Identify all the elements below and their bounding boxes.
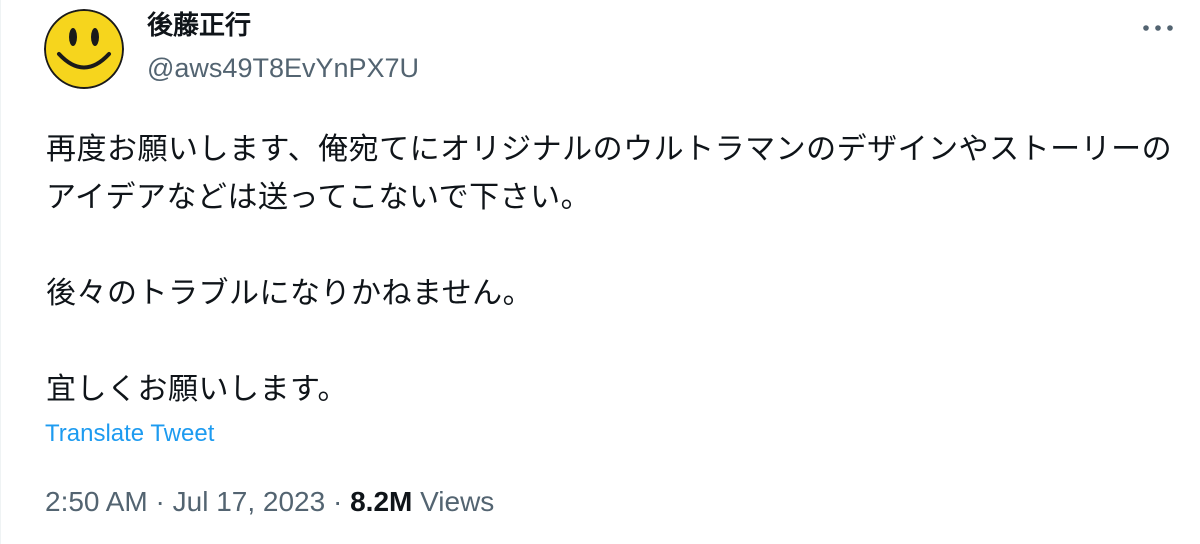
translate-tweet-link[interactable]: Translate Tweet (45, 419, 214, 449)
tweet-paragraph: 宜しくお願いします。 (46, 372, 348, 407)
meta-separator: · (332, 486, 343, 517)
tweet-card: 後藤正行 @aws49T8EvYnPX7U 再度お願いします、俺宛てにオリジナル… (0, 0, 1200, 544)
author-display-name[interactable]: 後藤正行 (147, 8, 251, 44)
tweet-paragraph: 再度お願いします、俺宛てにオリジナルのウルトラマンのデザインやストーリーのアイデ… (46, 132, 1173, 215)
tweet-date[interactable]: Jul 17, 2023 (173, 486, 326, 517)
views-count: 8.2M (350, 486, 413, 517)
views-label: Views (420, 486, 495, 517)
tweet-metadata: 2:50 AM · Jul 17, 2023 · 8.2M Views (45, 484, 494, 520)
avatar[interactable] (44, 9, 124, 89)
meta-separator: · (155, 486, 165, 517)
more-options-icon (1143, 25, 1173, 31)
tweet-text: 再度お願いします、俺宛てにオリジナルのウルトラマンのデザインやストーリーのアイデ… (46, 126, 1186, 414)
more-options-button[interactable] (1138, 16, 1178, 40)
tweet-paragraph: 後々のトラブルになりかねません。 (46, 276, 534, 311)
smiley-face-icon (44, 9, 124, 89)
tweet-time[interactable]: 2:50 AM (45, 486, 148, 517)
author-handle[interactable]: @aws49T8EvYnPX7U (147, 50, 419, 86)
